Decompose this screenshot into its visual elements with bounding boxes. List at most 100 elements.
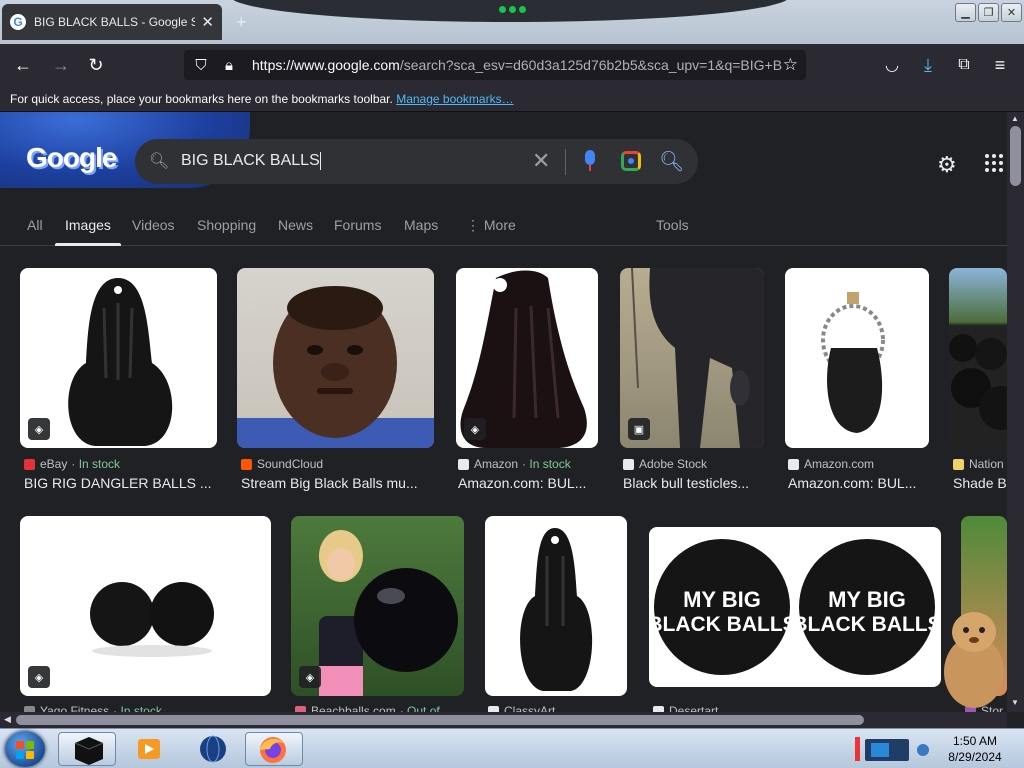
pocket-icon[interactable]: ◡	[881, 54, 903, 76]
banner-line-1-right: MY BIG	[828, 587, 906, 612]
tab-images[interactable]: Images	[65, 217, 111, 233]
taskbar-app-firefox[interactable]	[245, 732, 303, 766]
source-name: Adobe Stock	[639, 457, 708, 471]
tab-all[interactable]: All	[27, 217, 43, 233]
result-title[interactable]: Amazon.com: BUL...	[788, 475, 928, 491]
voice-search-icon[interactable]	[583, 150, 597, 172]
horizontal-scroll-thumb[interactable]	[16, 715, 864, 725]
forward-arrow-icon[interactable]: →	[50, 54, 72, 76]
source-name: Desertart	[669, 704, 719, 712]
result-title[interactable]: Shade B	[953, 475, 1007, 491]
vertical-scrollbar[interactable]: ▲ ▼	[1007, 112, 1024, 712]
my-big-black-balls-banner-image: MY BIG BLACK BALLS MY BIG BLACK BALLS	[649, 539, 941, 675]
result-source[interactable]: SoundCloud	[241, 457, 323, 471]
result-source[interactable]: Nation	[953, 457, 1004, 471]
result-title[interactable]: Amazon.com: BUL...	[458, 475, 598, 491]
media-player-icon	[138, 739, 160, 759]
banner-line-2-right: BLACK BALLS	[792, 613, 941, 636]
back-arrow-icon[interactable]: ←	[12, 54, 34, 76]
minimize-button[interactable]: ▁	[955, 3, 976, 22]
url-host: https://www.google.com	[252, 57, 400, 73]
tab-news[interactable]: News	[278, 217, 313, 233]
vertical-scroll-thumb[interactable]	[1010, 126, 1021, 186]
settings-gear-icon[interactable]: ⚙	[937, 152, 957, 178]
google-apps-icon[interactable]	[985, 154, 1003, 172]
result-source[interactable]: Amazon.com	[788, 457, 874, 471]
result-title[interactable]: BIG RIG DANGLER BALLS ...	[24, 475, 216, 491]
result-source[interactable]: Yaqo Fitness · In stock	[24, 704, 162, 712]
bookmark-star-icon[interactable]: ☆	[783, 55, 798, 75]
stock-status: · Out of	[399, 704, 440, 712]
shopping-tag-icon: ◈	[464, 418, 486, 440]
tools-button[interactable]: Tools	[656, 217, 689, 233]
active-tab-indicator	[55, 243, 121, 246]
soundcloud-favicon-icon	[241, 458, 252, 470]
tab-title: BIG BLACK BALLS - Google Search	[34, 15, 196, 29]
tab-videos[interactable]: Videos	[132, 217, 175, 233]
ebay-favicon-icon	[24, 458, 35, 470]
taskbar-clock[interactable]: 1:50 AM 8/29/2024	[940, 733, 1010, 765]
stock-status: · In stock	[71, 457, 121, 471]
manage-bookmarks-link[interactable]: Manage bookmarks…	[396, 92, 513, 106]
new-tab-button[interactable]: +	[236, 12, 247, 33]
screen: G BIG BLACK BALLS - Google Search ✕ + ▁ …	[0, 0, 1024, 768]
result-source[interactable]: Beachballs.com · Out of	[295, 704, 440, 712]
tab-more[interactable]: ⋮ More	[466, 217, 516, 234]
search-input[interactable]: BIG BLACK BALLS	[181, 152, 321, 170]
image-result-thumbnail[interactable]: ◈	[456, 268, 598, 448]
image-result-thumbnail[interactable]	[949, 268, 1007, 448]
titlebar-indicator	[497, 6, 527, 16]
image-result-thumbnail[interactable]: ▣	[620, 268, 764, 448]
result-source[interactable]: eBay · In stock	[24, 457, 120, 471]
browser-tab-active[interactable]: G BIG BLACK BALLS - Google Search ✕	[2, 4, 222, 40]
image-result-thumbnail[interactable]	[785, 268, 929, 448]
result-source[interactable]: ClassyArt	[488, 704, 555, 712]
extensions-icon[interactable]: ⧉	[953, 54, 975, 76]
tab-forums[interactable]: Forums	[334, 217, 381, 233]
tab-shopping[interactable]: Shopping	[197, 217, 256, 233]
source-name: Nation	[969, 457, 1004, 471]
source-name: eBay	[40, 457, 68, 471]
tab-close-icon[interactable]: ✕	[201, 13, 214, 31]
search-submit-icon[interactable]: 🔍︎	[659, 149, 684, 174]
image-result-thumbnail[interactable]: ◈	[20, 268, 217, 448]
result-source[interactable]: Adobe Stock	[623, 457, 707, 471]
hamster-overlay-image	[944, 612, 1004, 708]
window-titlebar: G BIG BLACK BALLS - Google Search ✕ + ▁ …	[0, 0, 1024, 44]
address-bar[interactable]: ⛉ 🔒︎ https://www.google.com/search?sca_e…	[184, 50, 806, 80]
scroll-down-arrow-icon[interactable]: ▼	[1011, 698, 1019, 707]
result-title[interactable]: Black bull testicles...	[623, 475, 763, 491]
image-result-thumbnail[interactable]	[485, 516, 627, 696]
taskbar: 1:50 AM 8/29/2024	[0, 728, 1024, 768]
tracking-shield-icon[interactable]: ⛉	[190, 57, 212, 74]
black-cube-icon	[74, 737, 104, 765]
lens-search-icon[interactable]	[621, 151, 641, 171]
url-text[interactable]: https://www.google.com/search?sca_esv=d6…	[252, 57, 782, 73]
start-button[interactable]	[5, 731, 45, 767]
image-result-thumbnail[interactable]: ◈	[20, 516, 271, 696]
tab-maps[interactable]: Maps	[404, 217, 438, 233]
stock-status: · In stock	[522, 457, 571, 471]
result-title[interactable]: Stream Big Black Balls mu...	[241, 475, 433, 491]
lock-icon[interactable]: 🔒︎	[218, 57, 240, 74]
restore-button[interactable]: ❐	[978, 3, 999, 22]
taskbar-app-globe[interactable]	[184, 732, 242, 766]
reload-icon[interactable]: ↻	[85, 54, 107, 76]
result-source[interactable]: Amazon · In stock	[458, 457, 571, 471]
image-result-thumbnail[interactable]: ◈	[291, 516, 464, 696]
search-tabs: All Images Videos Shopping News Forums M…	[0, 210, 1007, 246]
search-box[interactable]: 🔍︎ BIG BLACK BALLS ✕ 🔍︎	[135, 139, 698, 184]
menu-hamburger-icon[interactable]: ≡	[989, 54, 1011, 76]
image-result-thumbnail[interactable]: MY BIG BLACK BALLS MY BIG BLACK BALLS	[649, 527, 941, 687]
clear-search-icon[interactable]: ✕	[532, 148, 550, 174]
taskbar-app-media[interactable]	[120, 732, 178, 766]
image-result-thumbnail[interactable]	[237, 268, 434, 448]
scroll-left-arrow-icon[interactable]: ◀	[4, 714, 11, 725]
result-source[interactable]: Desertart	[653, 704, 718, 712]
scroll-up-arrow-icon[interactable]: ▲	[1011, 114, 1019, 123]
search-query-text: BIG BLACK BALLS	[181, 152, 320, 170]
horizontal-scrollbar[interactable]: ◀	[0, 712, 1007, 728]
download-icon[interactable]: ⤓	[917, 54, 939, 76]
close-window-button[interactable]: ✕	[1001, 3, 1022, 22]
taskbar-app-cube[interactable]	[58, 732, 116, 766]
